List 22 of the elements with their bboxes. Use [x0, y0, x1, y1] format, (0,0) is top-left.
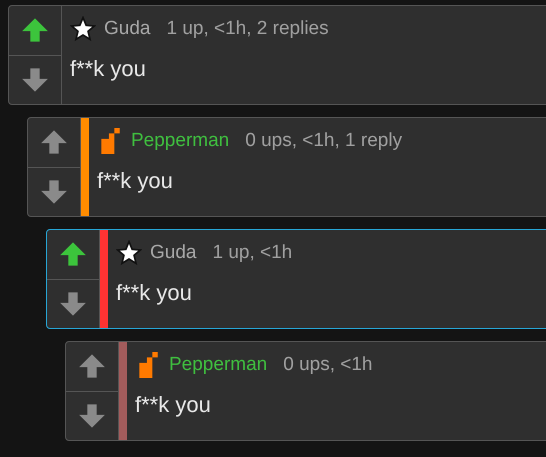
comment-text: f**k you: [135, 392, 212, 418]
comment-text: f**k you: [70, 56, 147, 82]
username[interactable]: Guda: [104, 18, 150, 40]
down-arrow-icon[interactable]: [21, 66, 49, 94]
comment-meta: 1 up, <1h, 2 replies: [166, 18, 329, 40]
down-arrow-icon[interactable]: [40, 178, 68, 206]
down-arrow-icon[interactable]: [59, 290, 87, 318]
up-arrow-icon[interactable]: [59, 240, 87, 268]
star-icon: [116, 240, 142, 266]
star-icon: [70, 16, 96, 42]
comment-meta: 0 ups, <1h: [283, 354, 373, 376]
up-arrow-icon[interactable]: [78, 352, 106, 380]
comment-text: f**k you: [97, 168, 174, 194]
username[interactable]: Pepperman: [169, 354, 268, 376]
comment-meta: 1 up, <1h: [212, 242, 292, 264]
comment-text: f**k you: [116, 280, 193, 306]
up-arrow-icon[interactable]: [21, 16, 49, 44]
username[interactable]: Pepperman: [131, 130, 230, 152]
up-arrow-icon[interactable]: [40, 128, 68, 156]
down-arrow-icon[interactable]: [78, 402, 106, 430]
username[interactable]: Guda: [150, 242, 196, 264]
comment-meta: 0 ups, <1h, 1 reply: [245, 130, 402, 152]
